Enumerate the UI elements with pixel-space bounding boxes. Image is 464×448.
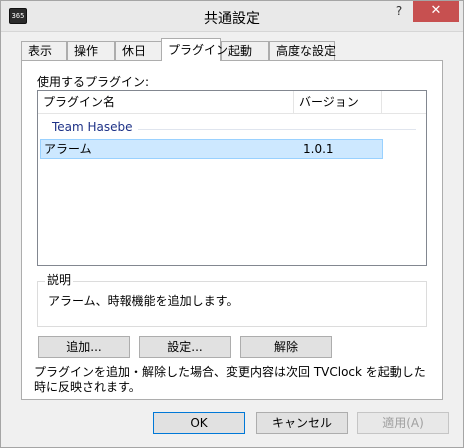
- cancel-button[interactable]: キャンセル: [256, 412, 348, 434]
- add-plugin-button[interactable]: 追加...: [38, 336, 130, 358]
- plugin-list-header: プラグイン名 バージョン: [38, 91, 426, 114]
- tab-plugins[interactable]: プラグイン: [161, 38, 228, 61]
- column-header-plugin-name[interactable]: プラグイン名: [38, 91, 294, 113]
- plugin-settings-button[interactable]: 設定...: [139, 336, 231, 358]
- plugin-group-header[interactable]: Team Hasebe: [52, 120, 133, 134]
- title-bar[interactable]: 365 共通設定 ? ✕: [1, 1, 463, 32]
- description-box: アラーム、時報機能を追加します。: [37, 281, 427, 327]
- apply-button[interactable]: 適用(A): [357, 412, 449, 434]
- plugin-name-cell: アラーム: [44, 142, 92, 156]
- tab-display[interactable]: 表示: [21, 41, 67, 60]
- help-button[interactable]: ?: [385, 1, 413, 22]
- remove-plugin-button[interactable]: 解除: [240, 336, 332, 358]
- settings-dialog: 365 共通設定 ? ✕ 表示 操作 休日 プラグイン 起動 高度な設定 使用す…: [0, 0, 464, 448]
- tab-startup[interactable]: 起動: [221, 41, 269, 60]
- description-label: 説明: [45, 271, 74, 288]
- group-divider: [138, 129, 416, 130]
- description-text: アラーム、時報機能を追加します。: [48, 294, 239, 308]
- plugin-list[interactable]: プラグイン名 バージョン Team Hasebe アラーム 1.0.1: [37, 90, 427, 266]
- column-header-version[interactable]: バージョン: [294, 91, 382, 113]
- plugins-section-label: 使用するプラグイン:: [37, 75, 150, 89]
- restart-note: プラグインを追加・解除した場合、変更内容は次回 TVClock を起動した時に反…: [34, 365, 426, 394]
- tab-holiday[interactable]: 休日: [115, 41, 163, 60]
- plugin-version-cell: 1.0.1: [303, 142, 334, 156]
- tab-operation[interactable]: 操作: [67, 41, 115, 60]
- close-button[interactable]: ✕: [413, 1, 459, 22]
- plugin-row-alarm[interactable]: アラーム 1.0.1: [40, 139, 383, 159]
- tab-advanced[interactable]: 高度な設定: [269, 41, 336, 60]
- ok-button[interactable]: OK: [153, 412, 245, 434]
